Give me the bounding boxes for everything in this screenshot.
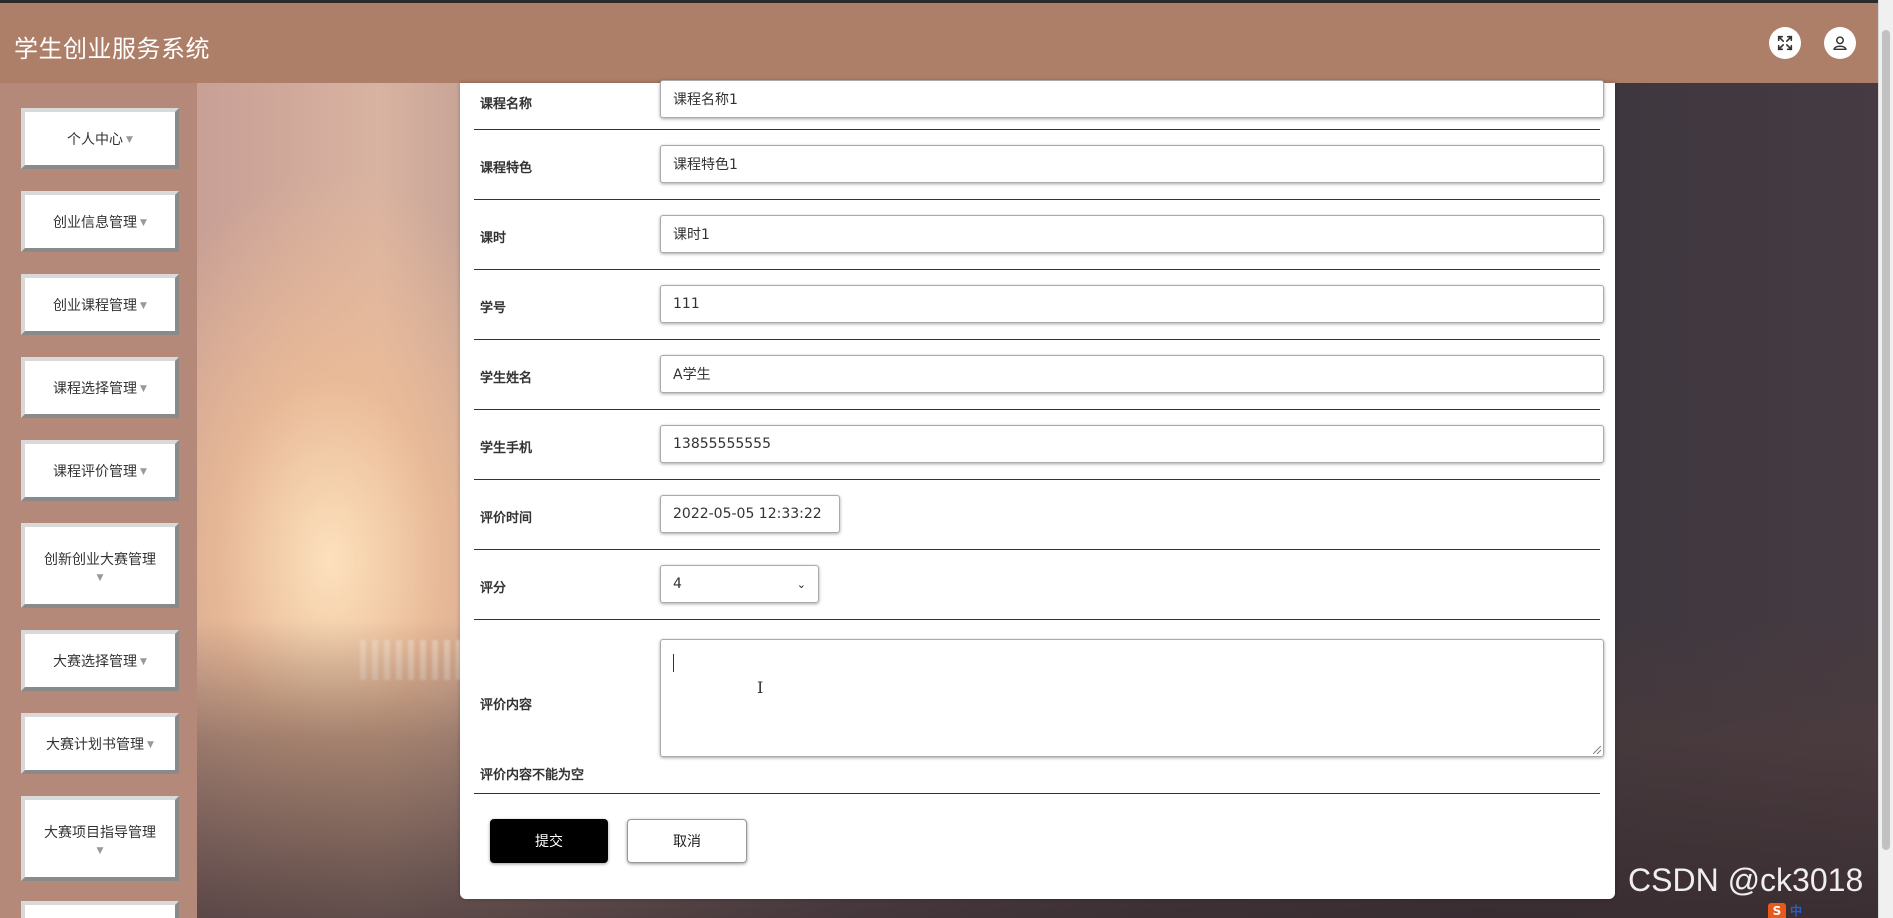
sidebar-item-label: 创业信息管理: [53, 214, 138, 231]
sidebar-item-contest-selection[interactable]: 大赛选择管理 ▼: [21, 630, 179, 691]
sidebar-item-innovation-contest[interactable]: 创新创业大赛管理 ▼: [21, 523, 179, 608]
field-label: 课程名称: [480, 97, 533, 112]
student-phone-input[interactable]: [660, 425, 1604, 463]
form-row-course-feature: 课程特色: [474, 129, 1604, 200]
ime-mode[interactable]: 中: [1790, 902, 1802, 918]
submit-button[interactable]: 提交: [490, 819, 608, 863]
sidebar-item-startup-course[interactable]: 创业课程管理 ▼: [21, 274, 179, 335]
watermark: CSDN @ck3018: [1628, 862, 1864, 898]
rating-select-value: 4: [673, 576, 682, 592]
student-name-input[interactable]: [660, 355, 1604, 393]
field-label: 课程特色: [480, 161, 533, 176]
sidebar-item-label: 课程评价管理: [53, 463, 138, 480]
caret-down-icon: ▼: [140, 383, 147, 394]
cancel-button[interactable]: 取消: [627, 819, 747, 863]
sidebar: 个人中心 ▼ 创业信息管理 ▼ 创业课程管理 ▼ 课程选择管理 ▼ 课程评价管理 ▼ 创新…: [0, 83, 197, 918]
form-row-evaluation-content: 评价内容 I 评价内容不能为空: [474, 619, 1604, 794]
caret-down-icon: ▼: [140, 656, 147, 667]
form-row-course-name: 课程名称: [474, 80, 1604, 130]
sidebar-item-contest-guidance[interactable]: 大赛项目指导管理 ▼: [21, 796, 179, 881]
sidebar-item-course-selection[interactable]: 课程选择管理 ▼: [21, 357, 179, 418]
class-hours-input[interactable]: [660, 215, 1604, 253]
course-feature-input[interactable]: [660, 145, 1604, 183]
sidebar-item-personal-center[interactable]: 个人中心 ▼: [21, 108, 179, 169]
sidebar-item-label: 创业课程管理: [53, 297, 138, 314]
form-row-student-phone: 学生手机: [474, 409, 1604, 480]
sidebar-item-label: 大赛计划书管理: [46, 736, 145, 753]
sidebar-item-label: 课程选择管理: [53, 380, 138, 397]
top-bar: 学生创业服务系统: [0, 0, 1879, 83]
sidebar-item-label: 创新创业大赛管理: [44, 551, 156, 568]
sidebar-item-startup-info[interactable]: 创业信息管理 ▼: [21, 191, 179, 252]
sidebar-item-course-evaluation[interactable]: 课程评价管理 ▼: [21, 440, 179, 501]
field-label: 评价内容: [480, 698, 533, 713]
form-row-student-name: 学生姓名: [474, 339, 1604, 410]
evaluation-content-textarea[interactable]: I: [660, 639, 1604, 757]
caret-down-icon: ▼: [126, 134, 133, 145]
resize-handle-icon[interactable]: [1593, 746, 1601, 754]
field-label: 学号: [480, 301, 507, 316]
field-label: 评价时间: [480, 511, 533, 526]
caret-down-icon: ▼: [140, 466, 147, 477]
sidebar-item-label: 大赛项目指导管理: [44, 824, 156, 841]
caret-down-icon: ▼: [147, 739, 154, 750]
fullscreen-button[interactable]: [1769, 27, 1801, 59]
page-scrollbar[interactable]: [1878, 0, 1893, 918]
expand-icon: [1777, 35, 1793, 51]
form-row-class-hours: 课时: [474, 199, 1604, 270]
user-icon: [1833, 36, 1847, 51]
scrollbar-thumb[interactable]: [1882, 30, 1890, 850]
student-id-input[interactable]: [660, 285, 1604, 323]
evaluation-form: 课程名称 课程特色 课时 学号 学生姓名 学生手机 评价时间 评分 4 ⌄ 评价…: [460, 80, 1615, 899]
ibeam-cursor-icon: I: [757, 678, 764, 697]
text-caret: [673, 654, 674, 672]
field-label: 学生姓名: [480, 371, 533, 386]
rating-select[interactable]: 4 ⌄: [660, 565, 819, 603]
caret-down-icon: ▼: [140, 300, 147, 311]
evaluation-time-input[interactable]: [660, 495, 840, 533]
form-row-rating: 评分 4 ⌄: [474, 549, 1600, 620]
form-row-student-id: 学号: [474, 269, 1604, 340]
sidebar-item-label: 大赛选择管理: [53, 653, 138, 670]
ime-toolbar: S 中: [1768, 903, 1878, 918]
course-name-input[interactable]: [660, 80, 1604, 118]
sidebar-item-more[interactable]: [21, 901, 179, 918]
user-menu-button[interactable]: [1824, 27, 1856, 59]
caret-down-icon: ▼: [96, 845, 104, 856]
sogou-logo-icon[interactable]: S: [1768, 903, 1786, 918]
field-label: 学生手机: [480, 441, 533, 456]
validation-error: 评价内容不能为空: [480, 768, 585, 783]
field-label: 评分: [480, 581, 507, 596]
sidebar-item-label: 个人中心: [67, 131, 124, 148]
sidebar-item-contest-plan[interactable]: 大赛计划书管理 ▼: [21, 713, 179, 774]
field-label: 课时: [480, 231, 507, 246]
form-row-evaluation-time: 评价时间: [474, 479, 1600, 550]
chevron-down-icon: ⌄: [796, 577, 806, 591]
app-title: 学生创业服务系统: [14, 35, 210, 63]
caret-down-icon: ▼: [96, 572, 104, 583]
caret-down-icon: ▼: [140, 217, 147, 228]
